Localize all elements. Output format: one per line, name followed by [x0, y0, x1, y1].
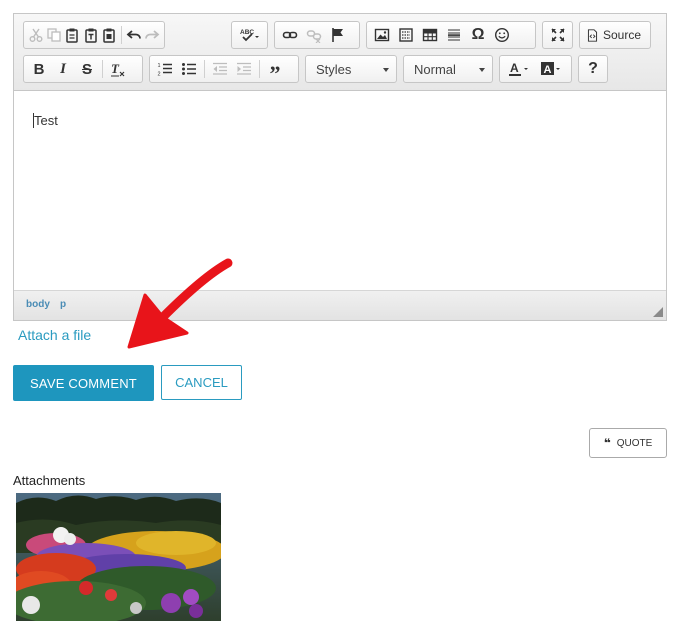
svg-text:A: A: [544, 64, 552, 76]
toolbar-separator: [259, 60, 260, 78]
paste-icon[interactable]: [63, 24, 81, 46]
redo-icon[interactable]: [143, 24, 161, 46]
svg-text:T: T: [111, 61, 120, 76]
save-comment-button[interactable]: SAVE COMMENT: [13, 365, 154, 401]
text-color-icon[interactable]: A: [503, 58, 535, 80]
undo-icon[interactable]: [125, 24, 143, 46]
basic-styles-group: B I S T: [23, 55, 143, 83]
spellcheck-icon[interactable]: ABC: [235, 24, 263, 46]
indent-icon[interactable]: [232, 58, 256, 80]
chevron-down-icon: [479, 68, 485, 72]
styles-label: Styles: [316, 61, 352, 77]
cancel-button[interactable]: CANCEL: [161, 365, 242, 400]
link-icon[interactable]: [278, 24, 302, 46]
svg-text:A: A: [510, 61, 519, 75]
remove-format-icon[interactable]: T: [106, 58, 130, 80]
svg-text:1: 1: [158, 63, 161, 69]
insert-group: Ω: [366, 21, 536, 49]
blockquote-icon[interactable]: ”: [263, 58, 287, 86]
element-path-body[interactable]: body: [26, 299, 50, 310]
toolbar-separator: [204, 60, 205, 78]
spellcheck-group: ABC: [231, 21, 268, 49]
anchor-icon[interactable]: [326, 24, 350, 46]
paste-text-icon[interactable]: [82, 24, 100, 46]
maximize-icon[interactable]: [546, 24, 569, 46]
source-button[interactable]: Source: [579, 21, 651, 49]
editor-paragraph[interactable]: Test: [34, 113, 58, 128]
toolbar-separator: [120, 26, 122, 44]
attach-file-link[interactable]: Attach a file: [18, 327, 91, 343]
horizontal-rule-icon[interactable]: [442, 24, 466, 46]
bold-icon[interactable]: B: [27, 58, 51, 80]
cut-icon[interactable]: [27, 24, 45, 46]
rich-text-editor: ABC Ω Source B I S T 1 2 ” Styles Normal…: [13, 13, 667, 321]
quote-label: QUOTE: [616, 437, 653, 449]
toolbar-separator: [102, 60, 103, 78]
editor-status-bar: body p: [14, 290, 666, 320]
editor-toolbar: ABC Ω Source B I S T 1 2 ” Styles Normal…: [14, 14, 666, 91]
paste-word-icon[interactable]: [100, 24, 118, 46]
editor-content-area[interactable]: Test: [14, 92, 666, 290]
attachment-thumbnail[interactable]: [16, 493, 221, 621]
outdent-icon[interactable]: [208, 58, 232, 80]
attachments-heading: Attachments: [13, 473, 86, 488]
clipboard-group: [23, 21, 165, 49]
element-path-p[interactable]: p: [60, 299, 66, 310]
help-icon: ?: [588, 60, 598, 77]
source-label: Source: [603, 28, 642, 42]
italic-icon[interactable]: I: [51, 58, 75, 80]
source-icon: [586, 28, 599, 42]
special-char-icon[interactable]: Ω: [466, 24, 490, 46]
help-button[interactable]: ?: [578, 55, 608, 83]
numbered-list-icon[interactable]: 12: [153, 58, 177, 80]
resize-grip-icon[interactable]: [653, 307, 663, 317]
unlink-icon[interactable]: [302, 24, 326, 46]
svg-text:2: 2: [158, 72, 161, 78]
media-icon[interactable]: [394, 24, 418, 46]
link-group: [274, 21, 360, 49]
copy-icon[interactable]: [45, 24, 63, 46]
format-label: Normal: [414, 61, 456, 77]
bg-color-icon[interactable]: A: [535, 58, 567, 80]
smiley-icon[interactable]: [490, 24, 514, 46]
chevron-down-icon: [383, 68, 389, 72]
annotation-arrow-icon: [127, 258, 233, 349]
quote-icon: ❝: [603, 436, 611, 450]
bulleted-list-icon[interactable]: [177, 58, 201, 80]
image-icon[interactable]: [370, 24, 394, 46]
table-icon[interactable]: [418, 24, 442, 46]
styles-dropdown[interactable]: Styles: [305, 55, 397, 83]
format-dropdown[interactable]: Normal: [403, 55, 493, 83]
strike-icon[interactable]: S: [75, 58, 99, 80]
quote-button[interactable]: ❝ QUOTE: [589, 428, 667, 458]
colors-group: A A: [499, 55, 572, 83]
maximize-group: [542, 21, 573, 49]
paragraph-group: 12 ”: [149, 55, 299, 86]
